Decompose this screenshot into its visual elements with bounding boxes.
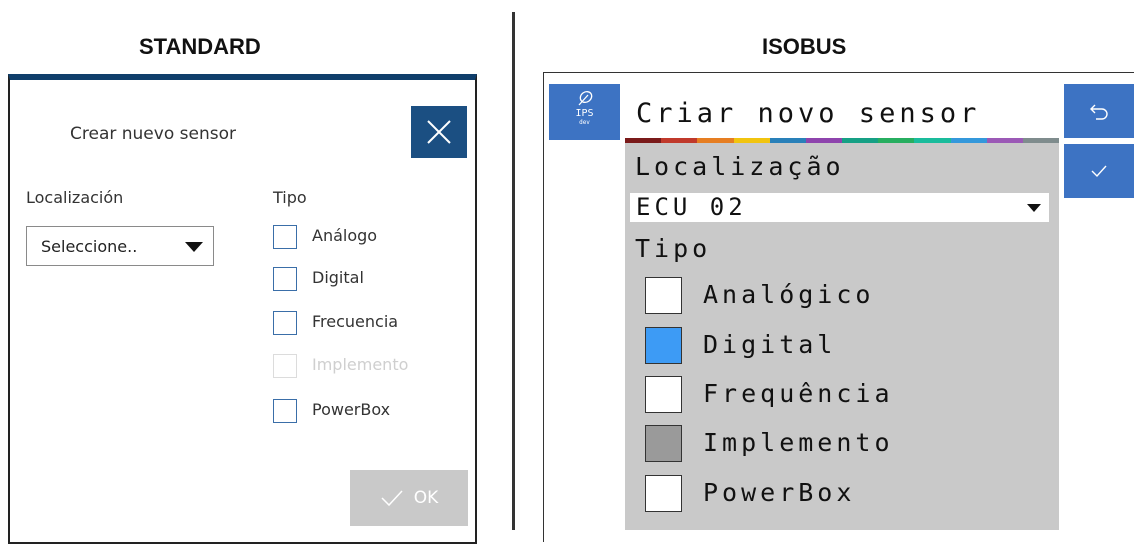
checkbox-label: PowerBox [312, 400, 391, 419]
checkbox-label: Implemento [312, 355, 409, 374]
type-label: Tipo [635, 234, 712, 263]
location-label: Localización [26, 188, 124, 207]
checkbox-label: Análogo [312, 226, 378, 245]
standard-dialog: Crear nuevo sensor Localización Seleccio… [8, 74, 477, 544]
check-icon [381, 490, 403, 507]
dropdown-arrow-icon [1027, 204, 1041, 212]
location-dropdown[interactable]: ECU 02 [630, 193, 1049, 222]
checkbox-label: Implemento [703, 428, 894, 457]
section-divider [512, 12, 515, 530]
standard-heading: STANDARD [139, 34, 261, 59]
check-icon [1091, 165, 1107, 178]
checkbox-label: Digital [703, 330, 837, 359]
location-dropdown-value: ECU 02 [636, 193, 747, 221]
logo-text: IPS [575, 108, 594, 119]
checkbox-label: Frecuencia [312, 312, 399, 331]
checkbox-box[interactable] [273, 311, 297, 335]
close-icon [427, 120, 451, 144]
type-label: Tipo [273, 188, 307, 207]
checkbox-box[interactable] [645, 475, 682, 512]
dropdown-arrow-icon [185, 242, 203, 252]
checkbox-box[interactable] [273, 225, 297, 249]
close-button[interactable] [411, 106, 467, 158]
checkbox-box [273, 354, 297, 378]
checkbox-box [645, 425, 682, 462]
screen-title: Criar novo sensor [636, 98, 981, 129]
leaf-icon [578, 91, 593, 106]
logo-subtext: dev [579, 119, 590, 126]
checkbox-label: Analógico [703, 280, 875, 309]
checkbox-label: PowerBox [703, 478, 856, 507]
location-dropdown-value: Seleccione.. [41, 237, 138, 256]
dialog-title: Crear nuevo sensor [70, 124, 236, 144]
checkbox-box[interactable] [645, 327, 682, 364]
checkbox-label: Frequência [703, 379, 894, 408]
checkbox-box[interactable] [645, 376, 682, 413]
checkbox-box[interactable] [645, 277, 682, 314]
checkbox-box[interactable] [273, 267, 297, 291]
checkbox-label: Digital [312, 268, 364, 287]
location-dropdown[interactable]: Seleccione.. [26, 226, 214, 266]
app-logo: IPS dev [549, 84, 620, 140]
confirm-button[interactable] [1064, 144, 1134, 198]
ok-label: OK [413, 488, 439, 508]
undo-arrow-icon [1090, 104, 1108, 120]
ok-button[interactable]: OK [350, 470, 468, 526]
location-label: Localização [635, 152, 845, 181]
back-button[interactable] [1064, 84, 1134, 138]
checkbox-box[interactable] [273, 399, 297, 423]
isobus-heading: ISOBUS [762, 34, 847, 59]
